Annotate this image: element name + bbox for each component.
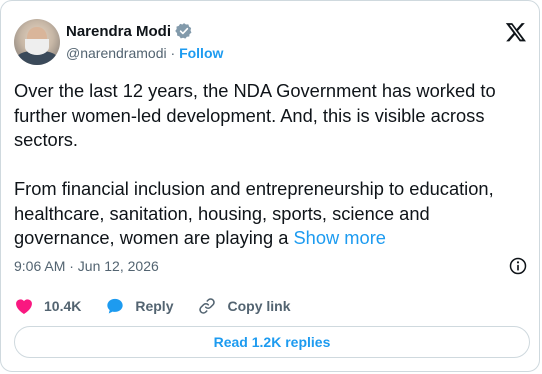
reply-bubble-icon: [107, 298, 124, 314]
author-name[interactable]: Narendra Modi: [66, 23, 171, 40]
reply-label: Reply: [135, 298, 174, 314]
follow-button[interactable]: Follow: [179, 45, 223, 61]
show-more-link[interactable]: Show more: [293, 227, 385, 248]
tweet-paragraph-1: Over the last 12 years, the NDA Governme…: [14, 80, 496, 150]
link-icon: [199, 298, 216, 314]
author-name-row[interactable]: Narendra Modi: [66, 22, 193, 40]
tweet-text: Over the last 12 years, the NDA Governme…: [14, 79, 529, 251]
copy-link-label: Copy link: [227, 298, 291, 314]
author-handle[interactable]: @narendramodi: [66, 45, 167, 61]
info-icon[interactable]: [508, 256, 528, 276]
action-bar: 10.4K Reply Copy link: [14, 296, 315, 316]
handle-row: @narendramodi · Follow: [66, 45, 223, 61]
copy-link-button[interactable]: Copy link: [197, 296, 291, 316]
tweet-timestamp[interactable]: 9:06 AM · Jun 12, 2026: [14, 258, 159, 274]
tweet-card: Narendra Modi @narendramodi · Follow Ove…: [0, 0, 540, 372]
like-count: 10.4K: [44, 298, 82, 314]
tweet-paragraph-2: From financial inclusion and entrepreneu…: [14, 177, 529, 251]
separator-dot: ·: [170, 45, 176, 61]
author-avatar[interactable]: [14, 19, 60, 65]
like-button[interactable]: 10.4K: [14, 296, 81, 316]
verified-badge-icon: [175, 23, 192, 39]
read-replies-button[interactable]: Read 1.2K replies: [14, 326, 530, 358]
reply-button[interactable]: Reply: [105, 296, 173, 316]
x-logo-icon[interactable]: [505, 21, 527, 43]
tweet-paragraph-2-text: From financial inclusion and entrepreneu…: [14, 178, 494, 248]
heart-icon: [16, 299, 32, 314]
